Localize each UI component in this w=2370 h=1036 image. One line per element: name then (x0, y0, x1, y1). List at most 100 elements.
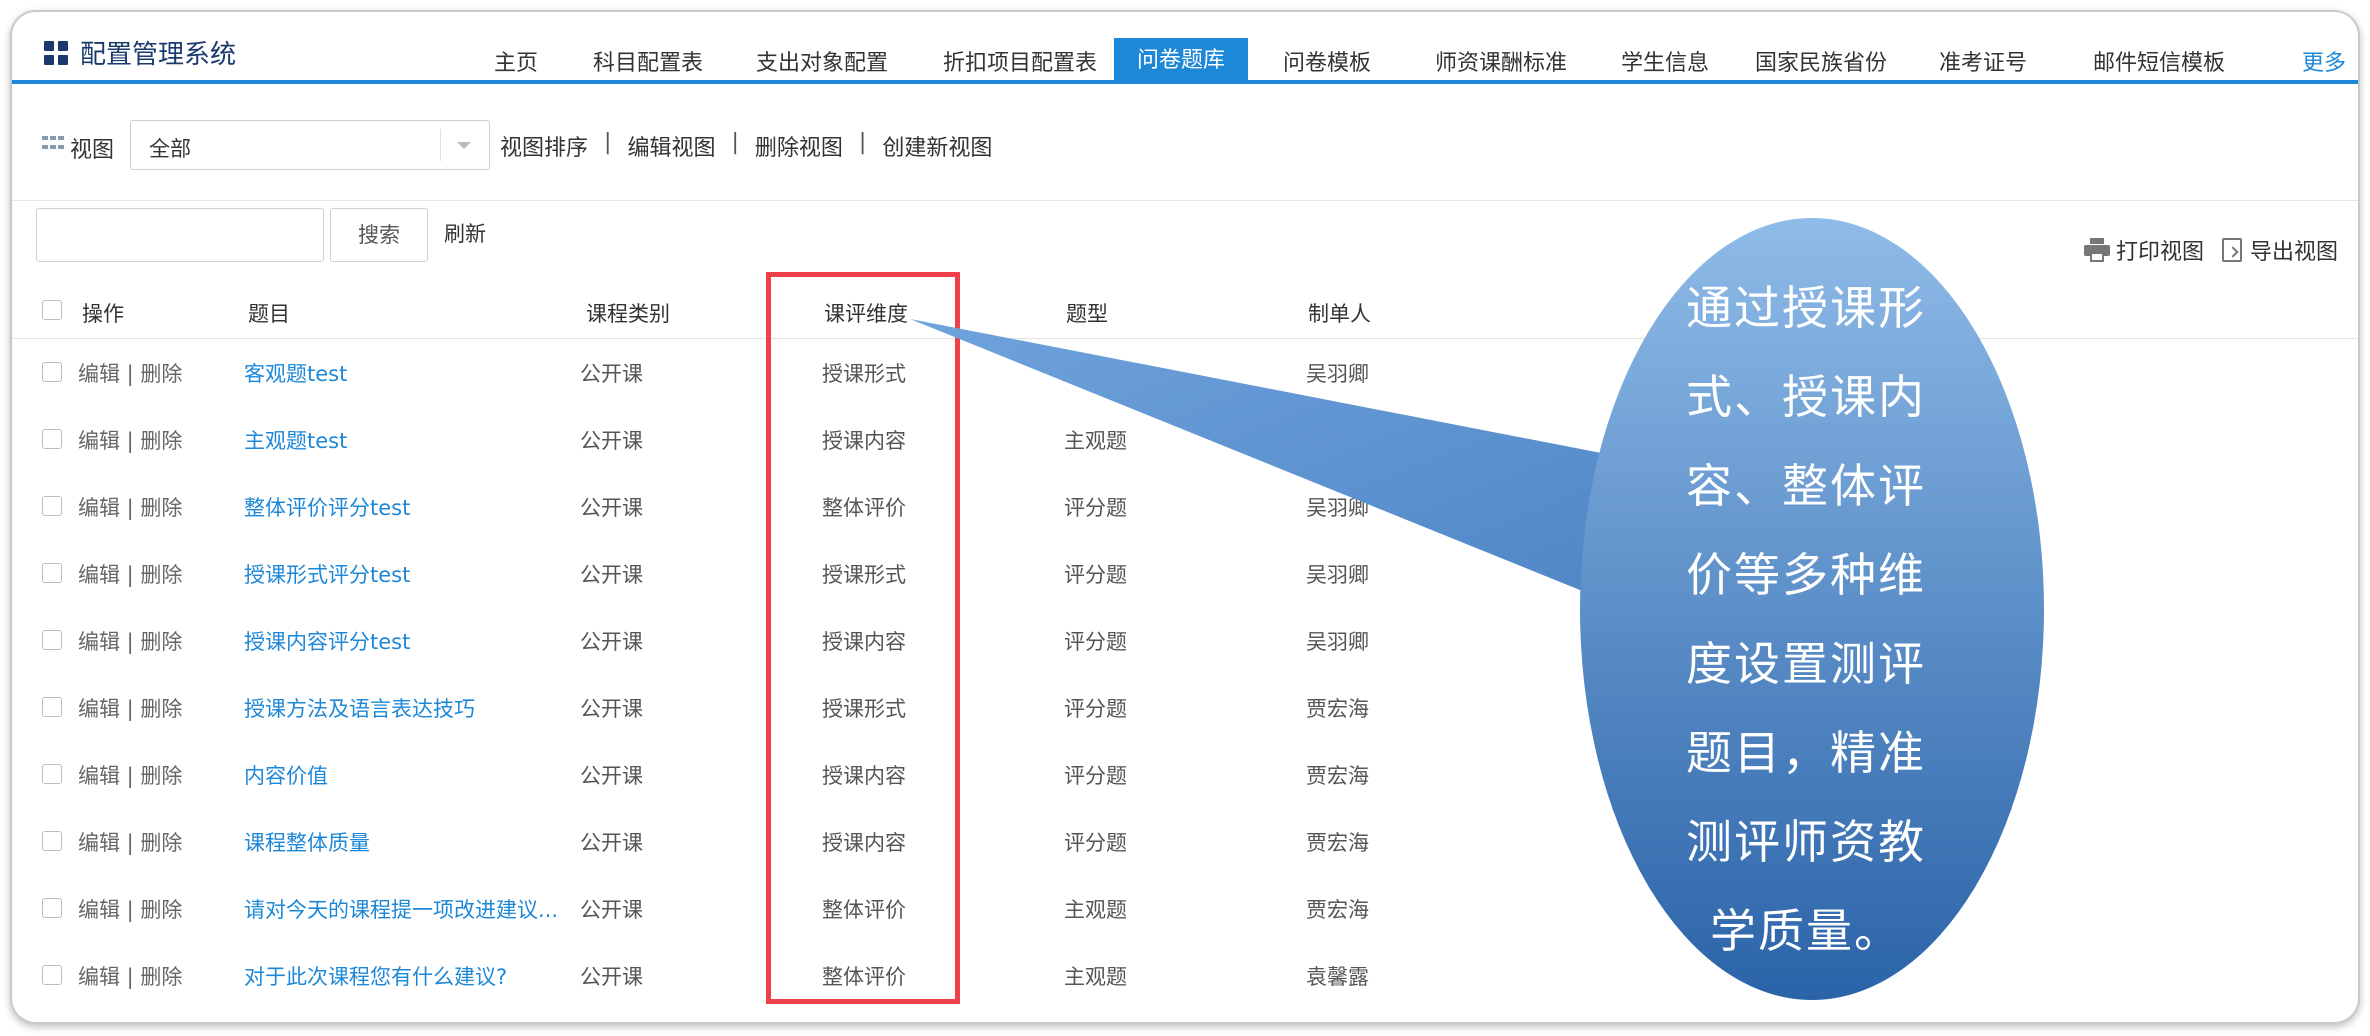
tab-student-info[interactable]: 学生信息 (1612, 28, 1718, 84)
tab-expense-target-config[interactable]: 支出对象配置 (740, 28, 904, 84)
row-actions[interactable]: 编辑 | 删除 (78, 559, 182, 589)
table-row: 编辑 | 删除 请对今天的课程提一项改进建议... 公开课 整体评价 主观题 贾… (12, 874, 2358, 941)
row-checkbox[interactable] (42, 563, 62, 583)
table-row: 编辑 | 删除 对于此次课程您有什么建议? 公开课 整体评价 主观题 袁馨露 (12, 941, 2358, 1008)
table-row: 编辑 | 删除 授课方法及语言表达技巧 公开课 授课形式 评分题 贾宏海 (12, 673, 2358, 740)
top-bar: 配置管理系统 主页 科目配置表 支出对象配置 折扣项目配置表 问卷题库 问卷模板… (12, 12, 2358, 84)
question-type: 评分题 (1064, 831, 1127, 855)
question-title-link[interactable]: 课程整体质量 (244, 827, 370, 857)
brand: 配置管理系统 (44, 34, 236, 71)
question-type: 评分题 (1064, 764, 1127, 788)
search-button[interactable]: 搜索 (330, 208, 428, 262)
question-type: 客观题 (1064, 362, 1127, 386)
column-header-course-type[interactable]: 课程类别 (586, 298, 670, 328)
row-actions[interactable]: 编辑 | 删除 (78, 693, 182, 723)
refresh-link[interactable]: 刷新 (444, 218, 486, 248)
edit-view-link[interactable]: 编辑视图 (627, 130, 715, 162)
callout-line: 容、整体评 (1686, 459, 1926, 513)
export-icon[interactable] (2222, 238, 2243, 262)
column-header-creator[interactable]: 制单人 (1308, 298, 1371, 328)
creator: 吴羽卿 (1306, 496, 1369, 520)
select-all-checkbox[interactable] (42, 300, 62, 320)
tab-subject-config[interactable]: 科目配置表 (578, 28, 718, 84)
column-header-title[interactable]: 题目 (248, 298, 290, 328)
column-header-question-type[interactable]: 题型 (1066, 298, 1108, 328)
course-type: 公开课 (580, 898, 643, 922)
view-grid-icon (42, 136, 64, 152)
question-type: 评分题 (1064, 697, 1127, 721)
export-view-link[interactable]: 导出视图 (2250, 234, 2338, 266)
question-title-link[interactable]: 主观题test (244, 425, 347, 455)
chevron-down-icon[interactable] (457, 142, 471, 149)
row-checkbox[interactable] (42, 496, 62, 516)
delete-view-link[interactable]: 删除视图 (755, 130, 843, 162)
row-actions[interactable]: 编辑 | 删除 (78, 425, 182, 455)
grid-logo-icon (44, 40, 68, 65)
tab-nation-province[interactable]: 国家民族省份 (1738, 28, 1904, 84)
question-type: 评分题 (1064, 563, 1127, 587)
row-actions[interactable]: 编辑 | 删除 (78, 626, 182, 656)
question-title-link[interactable]: 客观题test (244, 358, 347, 388)
row-checkbox[interactable] (42, 831, 62, 851)
table-row: 编辑 | 删除 授课形式评分test 公开课 授课形式 评分题 吴羽卿 (12, 539, 2358, 606)
tab-discount-config[interactable]: 折扣项目配置表 (926, 28, 1114, 84)
view-select-value: 全部 (149, 137, 191, 161)
row-actions[interactable]: 编辑 | 删除 (78, 961, 182, 991)
row-checkbox[interactable] (42, 429, 62, 449)
table-row: 编辑 | 删除 课程整体质量 公开课 授课内容 评分题 贾宏海 (12, 807, 2358, 874)
table-row: 编辑 | 删除 整体评价评分test 公开课 整体评价 评分题 吴羽卿 (12, 472, 2358, 539)
question-type: 主观题 (1064, 898, 1127, 922)
course-type: 公开课 (580, 965, 643, 989)
create-view-link[interactable]: 创建新视图 (882, 130, 992, 162)
creator: 吴羽卿 (1306, 630, 1369, 654)
callout-line: 学质量。 (1710, 904, 1902, 958)
row-actions[interactable]: 编辑 | 删除 (78, 492, 182, 522)
sort-views-link[interactable]: 视图排序 (500, 130, 588, 162)
row-actions[interactable]: 编辑 | 删除 (78, 894, 182, 924)
printer-icon[interactable] (2084, 238, 2110, 262)
course-type: 公开课 (580, 831, 643, 855)
creator: 吴羽卿 (1306, 362, 1369, 386)
question-title-link[interactable]: 整体评价评分test (244, 492, 410, 522)
question-type: 主观题 (1064, 429, 1127, 453)
row-actions[interactable]: 编辑 | 删除 (78, 760, 182, 790)
question-title-link[interactable]: 授课方法及语言表达技巧 (244, 693, 475, 723)
question-title-link[interactable]: 对于此次课程您有什么建议? (244, 961, 507, 991)
search-input[interactable] (36, 208, 324, 262)
callout-line: 度设置测评 (1686, 637, 1926, 691)
callout-line: 测评师资教 (1686, 815, 1926, 869)
table-row: 编辑 | 删除 客观题test 公开课 授课形式 客观题 吴羽卿 (12, 338, 2358, 405)
creator: 贾宏海 (1306, 831, 1369, 855)
tab-admission-number[interactable]: 准考证号 (1924, 28, 2042, 84)
view-bar: 视图 全部 视图排序 | 编辑视图 | 删除视图 | 创建新视图 (12, 84, 2358, 201)
row-checkbox[interactable] (42, 362, 62, 382)
question-title-link[interactable]: 授课形式评分test (244, 559, 410, 589)
nav-more-link[interactable]: 更多 (2294, 28, 2354, 84)
view-actions: 视图排序 | 编辑视图 | 删除视图 | 创建新视图 (500, 130, 992, 162)
tab-email-sms-template[interactable]: 邮件短信模板 (2062, 28, 2256, 84)
question-title-link[interactable]: 请对今天的课程提一项改进建议... (244, 894, 558, 924)
tab-question-bank[interactable]: 问卷题库 (1114, 38, 1248, 84)
tab-home[interactable]: 主页 (470, 28, 562, 84)
row-checkbox[interactable] (42, 697, 62, 717)
print-view-link[interactable]: 打印视图 (2116, 234, 2204, 266)
row-checkbox[interactable] (42, 965, 62, 985)
row-actions[interactable]: 编辑 | 删除 (78, 827, 182, 857)
creator: 吴羽卿 (1306, 563, 1369, 587)
tab-questionnaire-template[interactable]: 问卷模板 (1268, 28, 1386, 84)
creator: 吴羽卿 (1306, 429, 1369, 453)
course-type: 公开课 (580, 630, 643, 654)
row-checkbox[interactable] (42, 630, 62, 650)
table-row: 编辑 | 删除 主观题test 公开课 授课内容 主观题 吴羽卿 (12, 405, 2358, 472)
row-checkbox[interactable] (42, 898, 62, 918)
creator: 贾宏海 (1306, 697, 1369, 721)
table-row: 编辑 | 删除 授课内容评分test 公开课 授课内容 评分题 吴羽卿 (12, 606, 2358, 673)
question-title-link[interactable]: 授课内容评分test (244, 626, 410, 656)
row-checkbox[interactable] (42, 764, 62, 784)
tab-teacher-fee-standard[interactable]: 师资课酬标准 (1408, 28, 1594, 84)
row-actions[interactable]: 编辑 | 删除 (78, 358, 182, 388)
view-select[interactable]: 全部 (130, 120, 490, 170)
divider: | (731, 130, 739, 155)
callout-line: 价等多种维 (1686, 548, 1926, 602)
question-title-link[interactable]: 内容价值 (244, 760, 328, 790)
